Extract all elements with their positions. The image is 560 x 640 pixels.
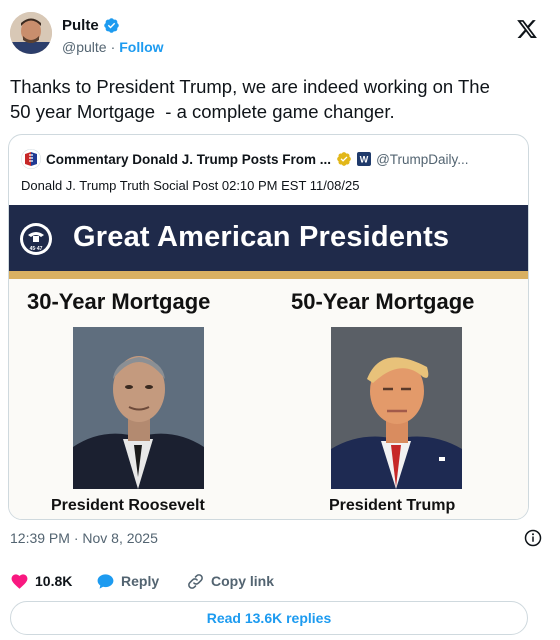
portrait-trump xyxy=(331,327,462,489)
quote-image[interactable]: 45·47 Great American Presidents 30-Year … xyxy=(9,205,528,519)
heart-icon xyxy=(11,573,28,589)
reply-label: Reply xyxy=(121,573,160,589)
copy-link-button[interactable]: Copy link xyxy=(186,572,274,591)
right-heading: 50-Year Mortgage xyxy=(291,289,475,314)
author-avatar[interactable] xyxy=(10,12,52,54)
presidential-seal-icon: 45·47 xyxy=(20,223,52,255)
tweet-header: Pulte @pulte · Follow xyxy=(10,8,550,64)
portrait-roosevelt xyxy=(73,327,204,489)
follow-button[interactable]: Follow xyxy=(119,39,163,55)
handle-separator: · xyxy=(110,39,116,55)
affiliate-badge-icon: W xyxy=(357,152,372,166)
author-name[interactable]: Pulte xyxy=(62,17,99,34)
copy-link-label: Copy link xyxy=(211,573,275,589)
quote-author-handle[interactable]: @TrumpDaily... xyxy=(376,152,468,167)
left-heading: 30-Year Mortgage xyxy=(27,289,211,314)
image-banner: 45·47 Great American Presidents xyxy=(9,205,528,271)
action-bar: 10.8K Reply Copy link xyxy=(10,569,274,593)
x-logo-icon[interactable] xyxy=(516,18,538,40)
quote-text: Donald J. Trump Truth Social Post 02:10 … xyxy=(21,178,360,193)
svg-text:W: W xyxy=(360,155,369,165)
right-caption: President Trump xyxy=(329,497,456,514)
quoted-post[interactable]: Commentary Donald J. Trump Posts From ..… xyxy=(8,134,529,520)
like-button[interactable]: 10.8K xyxy=(10,572,96,591)
link-icon xyxy=(188,573,203,589)
left-caption: President Roosevelt xyxy=(51,497,205,514)
reply-button[interactable]: Reply xyxy=(96,572,186,591)
tweet-text: Thanks to President Trump, we are indeed… xyxy=(10,76,490,122)
verified-check-icon xyxy=(103,18,119,33)
quote-author-name[interactable]: Commentary Donald J. Trump Posts From ..… xyxy=(46,152,331,167)
image-banner-title: Great American Presidents xyxy=(73,221,450,253)
info-icon[interactable] xyxy=(524,529,542,547)
tweet-timestamp[interactable]: 12:39 PM · Nov 8, 2025 xyxy=(10,530,158,546)
author-handle[interactable]: @pulte xyxy=(62,39,107,55)
gold-verified-icon xyxy=(337,152,351,166)
banner-gold-stripe xyxy=(9,271,528,279)
speech-bubble-icon xyxy=(97,573,114,589)
svg-text:45·47: 45·47 xyxy=(30,246,43,252)
quote-avatar xyxy=(21,149,41,169)
like-count: 10.8K xyxy=(35,573,73,589)
read-replies-button[interactable]: Read 13.6K replies xyxy=(10,601,528,635)
